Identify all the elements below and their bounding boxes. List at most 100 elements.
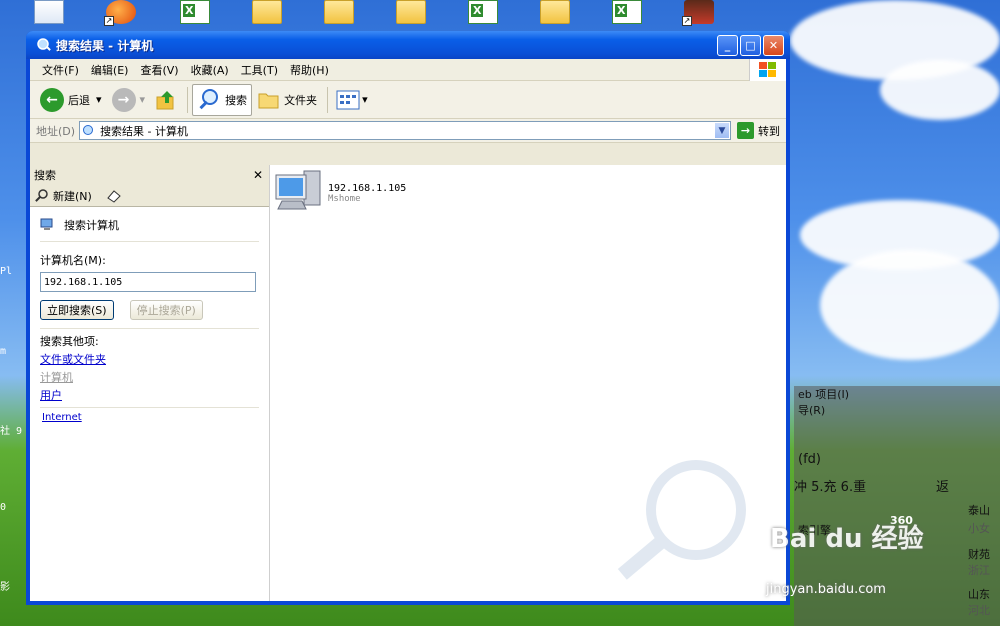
overlay-text: 山东 bbox=[968, 588, 990, 601]
shortcut-arrow-icon: ↗ bbox=[682, 16, 692, 26]
new-search-button[interactable]: 新建(N) bbox=[34, 188, 92, 204]
views-button[interactable]: ▾ bbox=[332, 84, 372, 116]
cloud bbox=[820, 250, 1000, 360]
overlay-text: 财苑 bbox=[968, 548, 990, 561]
folders-icon bbox=[258, 93, 279, 108]
result-text: 192.168.1.105 Mshome bbox=[328, 183, 406, 215]
stop-search-button[interactable]: 停止搜索(P) bbox=[129, 300, 203, 320]
divider bbox=[40, 328, 259, 329]
baidu-watermark: Bai du 经验 bbox=[770, 524, 924, 554]
search-results-icon bbox=[83, 124, 94, 135]
views-dropdown-icon: ▾ bbox=[362, 93, 368, 106]
shortcut-arrow-icon: ↗ bbox=[104, 16, 114, 26]
desktop-label: m bbox=[0, 346, 7, 357]
title-bar[interactable]: 搜索结果 - 计算机 _ □ ✕ bbox=[26, 31, 790, 59]
search-pane: 搜索 ✕ 新建(N) 搜索计算机 计算机名(M): 192.168.1.105 … bbox=[30, 165, 270, 601]
up-folder-button[interactable] bbox=[151, 84, 181, 116]
result-computer-item[interactable]: 192.168.1.105 Mshome bbox=[274, 169, 406, 215]
toolbar: ← 后退 ▾ → ▾ 搜索 文件夹 ▾ bbox=[30, 81, 786, 119]
desktop-label: 0 bbox=[0, 502, 7, 513]
baidu-url-watermark: jingyan.baidu.com bbox=[766, 582, 886, 597]
windows-logo-icon bbox=[749, 59, 786, 81]
overlay-text: 导(R) bbox=[798, 404, 826, 417]
go-button[interactable]: → 转到 bbox=[737, 122, 780, 139]
desktop-icon-app[interactable]: ↗ bbox=[104, 0, 136, 26]
menu-favorites[interactable]: 收藏(A) bbox=[185, 62, 235, 78]
search-pane-title: 搜索 bbox=[34, 169, 56, 182]
magnifier-watermark-icon bbox=[617, 460, 746, 580]
search-window-icon bbox=[37, 38, 51, 51]
forward-button[interactable]: → ▾ bbox=[108, 84, 150, 116]
desktop-icon-game[interactable]: ↗ bbox=[682, 0, 714, 26]
overlay-text: (fd) bbox=[798, 452, 821, 467]
new-search-icon bbox=[35, 188, 48, 202]
menu-help[interactable]: 帮助(H) bbox=[284, 62, 335, 78]
overlay-text: 小女 bbox=[968, 522, 990, 535]
content-area: 搜索 ✕ 新建(N) 搜索计算机 计算机名(M): 192.168.1.105 … bbox=[30, 165, 786, 601]
link-people[interactable]: 用户 bbox=[40, 387, 259, 403]
menu-tools[interactable]: 工具(T) bbox=[235, 62, 284, 78]
section-title: 搜索计算机 bbox=[64, 219, 119, 232]
maximize-button[interactable]: □ bbox=[740, 34, 761, 56]
results-area: 192.168.1.105 Mshome bbox=[270, 165, 786, 601]
link-files-folders[interactable]: 文件或文件夹 bbox=[40, 351, 259, 367]
folders-button[interactable]: 文件夹 bbox=[254, 84, 321, 116]
desktop-icon-folder[interactable] bbox=[540, 0, 570, 24]
window-title: 搜索结果 - 计算机 bbox=[56, 38, 154, 53]
search-pane-body: 搜索计算机 计算机名(M): 192.168.1.105 立即搜索(S) 停止搜… bbox=[30, 207, 269, 431]
desktop-icon-folder[interactable] bbox=[324, 0, 354, 24]
close-button[interactable]: ✕ bbox=[763, 34, 784, 56]
desktop-icon-excel[interactable] bbox=[612, 0, 642, 24]
up-folder-icon bbox=[156, 90, 174, 109]
computer-name-label: 计算机名(M): bbox=[40, 254, 106, 267]
result-hostname: Mshome bbox=[328, 194, 361, 204]
menu-edit[interactable]: 编辑(E) bbox=[85, 62, 135, 78]
back-button[interactable]: ← 后退 ▾ bbox=[36, 84, 106, 116]
back-label: 后退 bbox=[68, 93, 90, 107]
minimize-button[interactable]: _ bbox=[717, 34, 738, 56]
back-dropdown-icon[interactable]: ▾ bbox=[96, 93, 102, 106]
search-now-button[interactable]: 立即搜索(S) bbox=[40, 300, 114, 320]
link-internet[interactable]: Internet bbox=[42, 412, 259, 423]
go-arrow-icon: → bbox=[737, 122, 754, 139]
overlay-text: 返 bbox=[936, 480, 950, 495]
network-computer-icon bbox=[275, 170, 321, 210]
desktop-icon-folder[interactable] bbox=[252, 0, 282, 24]
go-label: 转到 bbox=[758, 124, 780, 138]
desktop-icon-excel[interactable] bbox=[180, 0, 210, 24]
desktop-icon-folder[interactable] bbox=[396, 0, 426, 24]
overlay-text: 河北 bbox=[968, 604, 990, 617]
search-icon bbox=[199, 88, 219, 109]
forward-arrow-icon: → bbox=[111, 87, 136, 112]
address-value: 搜索结果 - 计算机 bbox=[100, 124, 189, 138]
explorer-window: 搜索结果 - 计算机 _ □ ✕ 文件(F) 编辑(E) 查看(V) 收藏(A)… bbox=[26, 31, 790, 605]
desktop-icon-excel[interactable] bbox=[468, 0, 498, 24]
menu-view[interactable]: 查看(V) bbox=[134, 62, 184, 78]
new-search-label: 新建(N) bbox=[53, 189, 92, 203]
search-pane-header: 搜索 ✕ bbox=[30, 165, 269, 185]
address-field[interactable]: 搜索结果 - 计算机 ▼ bbox=[79, 121, 731, 140]
computer-icon bbox=[40, 218, 53, 230]
divider bbox=[40, 241, 259, 242]
desktop-icon-mail[interactable] bbox=[34, 0, 64, 24]
cloud bbox=[880, 60, 1000, 120]
computer-name-input[interactable]: 192.168.1.105 bbox=[40, 272, 256, 292]
search-button[interactable]: 搜索 bbox=[192, 83, 253, 116]
menu-file[interactable]: 文件(F) bbox=[36, 62, 85, 78]
search-pane-close-icon[interactable]: ✕ bbox=[253, 168, 263, 182]
divider bbox=[40, 407, 259, 408]
toolbar-separator bbox=[327, 86, 329, 113]
search-label: 搜索 bbox=[225, 93, 248, 107]
result-ip: 192.168.1.105 bbox=[328, 183, 407, 194]
desktop-label: Pl bbox=[0, 266, 13, 277]
eraser-button[interactable] bbox=[106, 188, 122, 204]
menu-bar: 文件(F) 编辑(E) 查看(V) 收藏(A) 工具(T) 帮助(H) bbox=[30, 59, 786, 81]
search-buttons: 立即搜索(S) 停止搜索(P) bbox=[40, 300, 259, 320]
toolbar-separator bbox=[187, 86, 189, 113]
address-dropdown-icon[interactable]: ▼ bbox=[714, 122, 730, 139]
overlay-text: 泰山 bbox=[968, 504, 990, 517]
search-computer-heading: 搜索计算机 bbox=[40, 217, 259, 233]
link-computers: 计算机 bbox=[40, 371, 73, 384]
other-search-title: 搜索其他项: bbox=[40, 335, 99, 348]
eraser-icon bbox=[107, 189, 121, 203]
